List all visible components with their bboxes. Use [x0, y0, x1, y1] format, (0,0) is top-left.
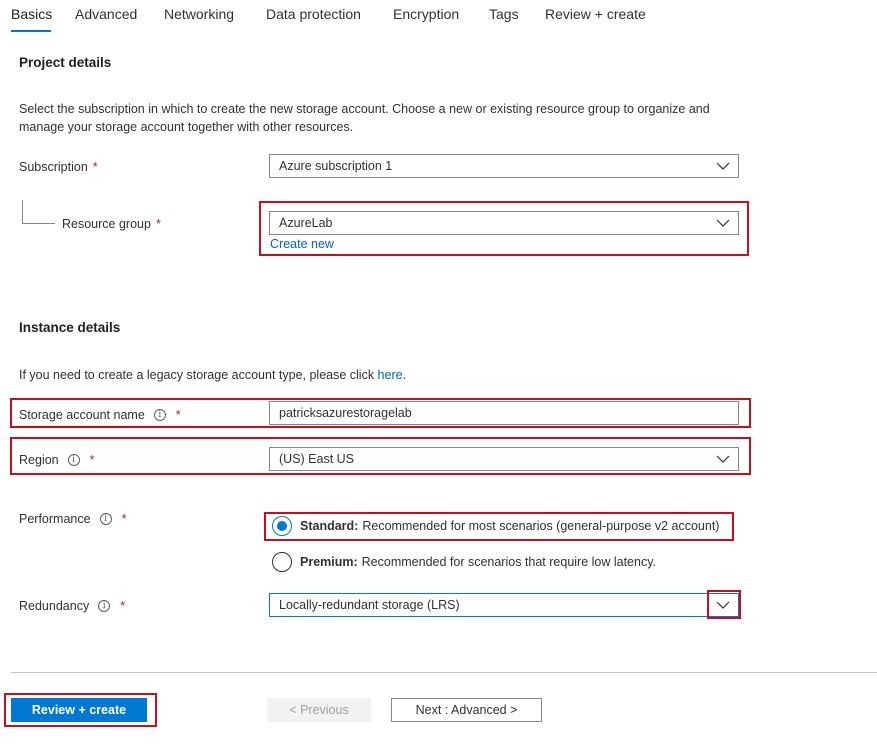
active-tab-indicator	[11, 30, 51, 32]
storage-account-name-label: Storage account name i *	[19, 408, 181, 422]
tab-bar: Basics Advanced Networking Data protecti…	[0, 0, 877, 34]
storage-account-name-value: patricksazurestoragelab	[279, 406, 412, 420]
tab-tags[interactable]: Tags	[489, 6, 519, 22]
project-details-heading: Project details	[19, 55, 112, 70]
legacy-note-text: If you need to create a legacy storage a…	[19, 368, 378, 382]
required-marker: *	[175, 408, 181, 422]
info-icon[interactable]: i	[99, 513, 112, 525]
required-marker: *	[120, 599, 126, 613]
info-icon[interactable]: i	[153, 409, 166, 421]
required-marker: *	[155, 217, 161, 231]
project-details-description: Select the subscription in which to crea…	[19, 102, 710, 134]
radio-unselected-icon[interactable]	[272, 552, 292, 572]
redundancy-value: Locally-redundant storage (LRS)	[279, 598, 460, 612]
region-label-text: Region	[19, 453, 59, 467]
region-select[interactable]: (US) East US	[269, 447, 739, 471]
standard-description: Recommended for most scenarios (general-…	[362, 519, 720, 533]
chevron-down-icon	[716, 219, 730, 227]
legacy-here-link[interactable]: here	[378, 368, 403, 382]
required-marker: *	[121, 512, 127, 526]
region-label: Region i *	[19, 453, 95, 467]
redundancy-select[interactable]: Locally-redundant storage (LRS)	[269, 593, 739, 617]
chevron-down-icon	[716, 162, 730, 170]
info-icon[interactable]: i	[98, 600, 111, 612]
performance-standard-option[interactable]: Standard: Recommended for most scenarios…	[272, 516, 719, 536]
region-value: (US) East US	[279, 452, 355, 466]
create-new-link[interactable]: Create new	[270, 237, 334, 251]
storage-account-name-label-text: Storage account name	[19, 408, 145, 422]
redundancy-label-text: Redundancy	[19, 599, 90, 613]
next-advanced-button[interactable]: Next : Advanced >	[391, 698, 542, 722]
subscription-label-text: Subscription	[19, 160, 88, 174]
resource-group-select[interactable]: AzureLab	[269, 211, 739, 235]
premium-description: Recommended for scenarios that require l…	[361, 555, 657, 569]
previous-button[interactable]: < Previous	[267, 698, 371, 722]
subscription-select[interactable]: Azure subscription 1	[269, 154, 739, 178]
tab-data-protection[interactable]: Data protection	[266, 6, 361, 22]
tab-encryption[interactable]: Encryption	[393, 6, 459, 22]
tab-review-create[interactable]: Review + create	[545, 6, 646, 22]
footer-divider	[11, 672, 877, 673]
subscription-value: Azure subscription 1	[279, 159, 393, 173]
subscription-label: Subscription *	[19, 160, 98, 174]
storage-account-name-input[interactable]: patricksazurestoragelab	[269, 401, 739, 425]
legacy-note-end: .	[402, 368, 407, 382]
tab-networking[interactable]: Networking	[164, 6, 234, 22]
tree-connector	[22, 200, 55, 224]
premium-title: Premium:	[300, 555, 358, 569]
resource-group-value: AzureLab	[279, 216, 333, 230]
review-create-button[interactable]: Review + create	[11, 698, 147, 722]
instance-details-heading: Instance details	[19, 320, 121, 335]
chevron-down-icon	[716, 455, 730, 463]
required-marker: *	[92, 160, 98, 174]
radio-selected-icon[interactable]	[272, 516, 292, 536]
performance-label-text: Performance	[19, 512, 91, 526]
tab-basics[interactable]: Basics	[11, 6, 52, 22]
resource-group-label: Resource group *	[62, 217, 161, 231]
chevron-down-icon[interactable]	[716, 599, 730, 611]
info-icon[interactable]: i	[67, 454, 80, 466]
performance-premium-option[interactable]: Premium: Recommended for scenarios that …	[272, 552, 656, 572]
redundancy-label: Redundancy i *	[19, 599, 125, 613]
legacy-note: If you need to create a legacy storage a…	[19, 366, 406, 384]
standard-title: Standard:	[300, 519, 359, 533]
resource-group-label-text: Resource group	[62, 217, 151, 231]
required-marker: *	[89, 453, 95, 467]
performance-label: Performance i *	[19, 512, 126, 526]
tab-advanced[interactable]: Advanced	[75, 6, 137, 22]
